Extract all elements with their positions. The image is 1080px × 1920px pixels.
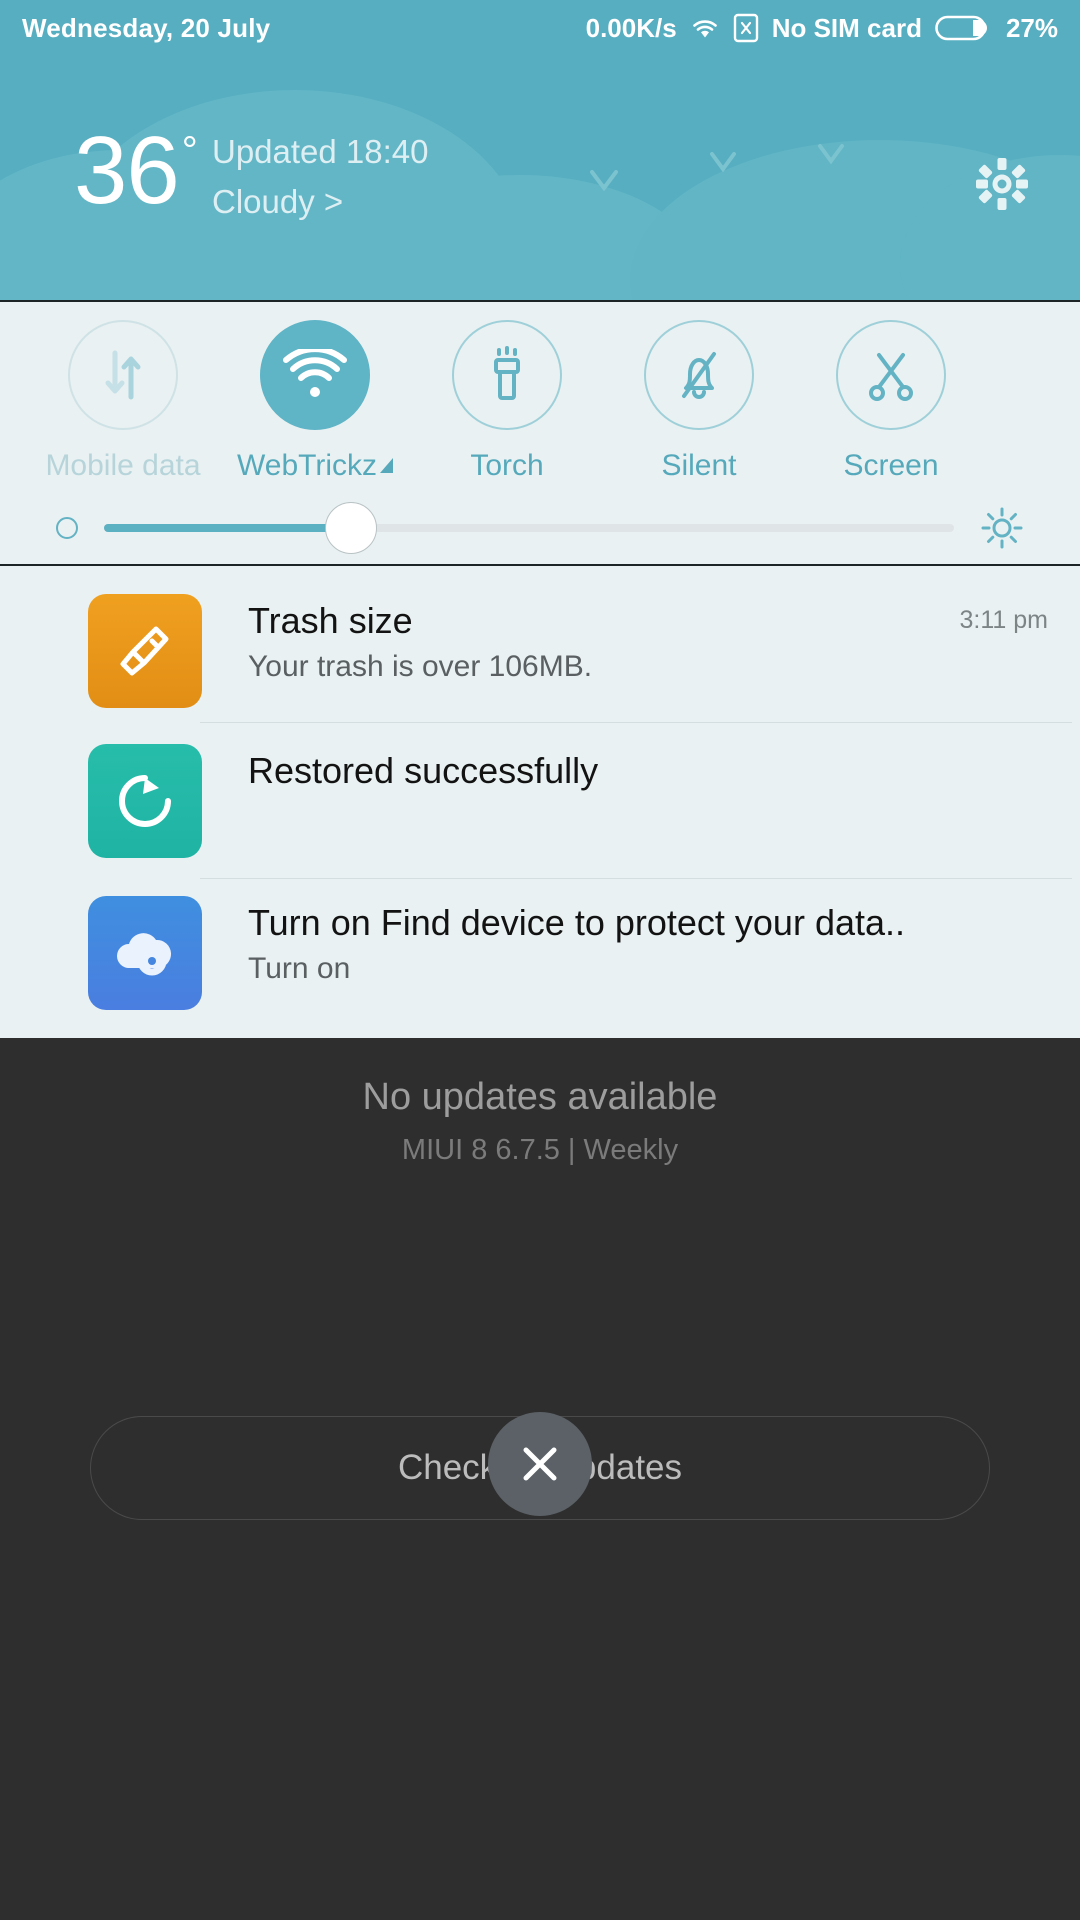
battery-icon — [935, 15, 987, 41]
quick-settings-panel: Mobile data WebTrickz Torch Silent Scree… — [0, 300, 1080, 566]
mi-cloud-icon — [88, 896, 202, 1010]
wifi-icon — [283, 349, 347, 397]
toggle-label-text: Screen — [843, 449, 939, 482]
notification-item-restored[interactable]: Restored successfully — [0, 714, 1080, 864]
toggle-label-text: WebTrickz — [236, 449, 377, 482]
notification-time: 3:11 pm — [959, 606, 1048, 634]
toggle-label: WebTrickz — [237, 449, 393, 483]
wifi-icon — [692, 20, 717, 38]
quick-toggle-wifi[interactable]: WebTrickz — [219, 320, 411, 483]
silent-bell-icon — [682, 352, 716, 399]
weather-header: Wednesday, 20 July 0.00K/s No SIM card 2… — [0, 0, 1080, 300]
toggle-circle[interactable] — [260, 320, 370, 430]
status-date: Wednesday, 20 July — [22, 12, 271, 43]
toggle-label-text: Silent — [661, 449, 737, 482]
close-button[interactable] — [488, 1412, 592, 1516]
torch-icon — [494, 346, 520, 400]
degree-symbol: ° — [181, 129, 198, 173]
battery-percent: 27% — [1005, 12, 1058, 43]
notification-time — [1048, 744, 1080, 756]
toggle-label: Silent — [661, 449, 736, 483]
quick-toggle-mobile-data[interactable]: Mobile data — [27, 320, 219, 483]
weather-condition[interactable]: Cloudy > — [212, 180, 429, 224]
brightness-fill — [104, 524, 351, 532]
notification-list: Trash size Your trash is over 106MB. 3:1… — [0, 566, 1080, 1038]
temperature-value: 36 — [74, 117, 180, 224]
toggle-circle[interactable] — [452, 320, 562, 430]
notification-title: Restored successfully — [248, 750, 599, 791]
brightness-slider-row[interactable] — [0, 498, 1080, 558]
screenshot-icon — [869, 353, 913, 401]
status-bar: Wednesday, 20 July 0.00K/s No SIM card 2… — [0, 0, 1080, 56]
network-speed: 0.00K/s — [585, 12, 677, 43]
notification-text: Turn on Find device to protect your data… — [248, 896, 1048, 989]
toggle-label: Torch — [470, 449, 543, 483]
cleaner-brush-icon — [88, 594, 202, 708]
quick-toggle-screenshot[interactable]: Screen — [795, 320, 987, 483]
toggle-label: Screen — [843, 449, 938, 483]
toggle-label: Mobile data — [45, 449, 200, 483]
notification-subtitle: Your trash is over 106MB. — [248, 650, 593, 683]
notification-item-trash-size[interactable]: Trash size Your trash is over 106MB. 3:1… — [0, 566, 1080, 714]
notification-subtitle[interactable]: Turn on — [248, 949, 1048, 989]
restore-refresh-icon — [88, 744, 202, 858]
notification-text: Restored successfully — [248, 744, 1048, 793]
toggle-circle[interactable] — [644, 320, 754, 430]
gear-icon[interactable] — [974, 156, 1030, 212]
notification-item-find-device[interactable]: Turn on Find device to protect your data… — [0, 864, 1080, 1014]
weather-widget[interactable]: 36 ° Updated 18:40 Cloudy > — [0, 56, 1080, 300]
toggle-circle[interactable] — [68, 320, 178, 430]
toggle-circle[interactable] — [836, 320, 946, 430]
sim-card-x-icon — [733, 13, 758, 43]
brightness-high-icon — [981, 507, 1023, 549]
brightness-track[interactable] — [104, 502, 954, 554]
quick-toggle-torch[interactable]: Torch — [411, 320, 603, 483]
chevron-expand-icon[interactable] — [380, 457, 393, 473]
close-icon — [523, 1447, 557, 1481]
sim-status-text: No SIM card — [771, 12, 922, 43]
temperature-block: 36 ° — [74, 117, 198, 224]
update-status-title: No updates available — [362, 1076, 718, 1118]
notification-text: Trash size Your trash is over 106MB. — [248, 594, 960, 687]
notification-title: Turn on Find device to protect your data… — [248, 902, 906, 943]
toggle-label-text: Torch — [470, 449, 544, 482]
mobile-data-icon — [105, 350, 141, 400]
toggle-label-text: Mobile data — [45, 449, 201, 482]
weather-updated: Updated 18:40 — [212, 133, 429, 170]
quick-toggle-silent[interactable]: Silent — [603, 320, 795, 483]
update-version-info: MIUI 8 6.7.5 | Weekly — [401, 1134, 679, 1166]
notification-title: Trash size — [248, 600, 413, 641]
brightness-thumb[interactable] — [324, 502, 377, 554]
notification-time — [1048, 896, 1080, 908]
brightness-low-icon — [56, 517, 78, 539]
weather-text-block: Updated 18:40 Cloudy > — [212, 130, 429, 224]
quick-toggle-row: Mobile data WebTrickz Torch Silent Scree… — [0, 320, 1080, 496]
